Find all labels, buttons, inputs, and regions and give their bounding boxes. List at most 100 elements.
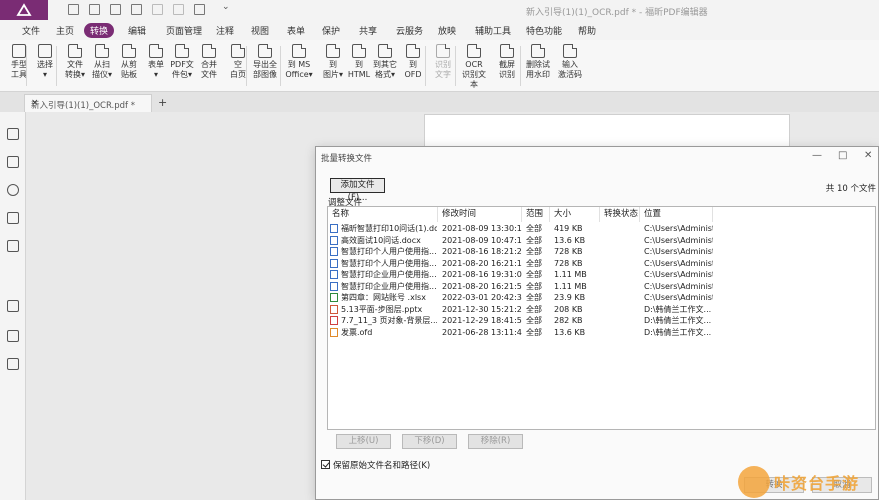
watermark-mascot-icon [738, 466, 770, 498]
keep-filename-option[interactable]: 保留原始文件名和路径(K) [321, 459, 430, 471]
menu-item-4[interactable]: 页面管理 [166, 24, 202, 37]
email-icon[interactable] [131, 4, 142, 15]
column-header-size[interactable]: 大小 [550, 207, 600, 222]
ribbon-button-0[interactable]: 手型 工具 [5, 42, 33, 80]
ribbon-button-11[interactable]: 到 图片▾ [319, 42, 347, 80]
menu-item-3[interactable]: 编辑 [128, 24, 146, 37]
comments-icon[interactable] [7, 184, 19, 196]
file-modified-cell: 2021-08-09 10:47:14 [442, 235, 522, 245]
close-icon[interactable]: ✕ [864, 150, 872, 161]
page-thumbnails-icon[interactable] [7, 156, 19, 168]
menu-item-0[interactable]: 文件 [22, 24, 40, 37]
ribbon-button-12[interactable]: 到 HTML [345, 42, 373, 80]
ribbon-button-9[interactable]: 导出全 部图像 [251, 42, 279, 80]
remove-watermark-icon [531, 44, 545, 58]
ribbon-button-17[interactable]: 截屏 识别 [493, 42, 521, 80]
table-row[interactable]: 7.7_11_3 页对象-背景层... 2021-12-29 18:41:55 全部… [328, 315, 875, 326]
file-size-cell: 23.9 KB [554, 293, 586, 302]
ribbon-button-13[interactable]: 到其它 格式▾ [371, 42, 399, 80]
ribbon-button-2[interactable]: 文件 转换▾ [61, 42, 89, 80]
menu-item-1[interactable]: 主页 [56, 24, 74, 37]
to-office-icon [292, 44, 306, 58]
ofd-icon[interactable] [7, 300, 19, 312]
undo-icon[interactable] [152, 4, 163, 15]
ribbon-button-3[interactable]: 从扫 描仪▾ [88, 42, 116, 80]
table-row[interactable]: 智慧打印企业用户使用指... 2021-08-16 19:31:08 全部 1.11 … [328, 269, 875, 280]
file-type-icon [330, 224, 338, 233]
table-row[interactable]: 高效面试10问话.docx 2021-08-09 10:47:14 全部 13.6 K… [328, 235, 875, 246]
file-name-cell: 第四章：网站账号 .xlsx [341, 293, 426, 302]
table-row[interactable]: 智慧打印个人用户使用指... 2021-08-20 16:21:13 全部 728 K… [328, 258, 875, 269]
document-tab[interactable]: 新入引导(1)(1)_OCR.pdf * × [24, 94, 152, 112]
menu-item-10[interactable]: 云服务 [396, 24, 423, 37]
close-tab-icon[interactable]: × [31, 98, 145, 108]
menu-item-5[interactable]: 注释 [216, 24, 234, 37]
ribbon-button-6[interactable]: PDF文 件包▾ [168, 42, 196, 80]
menu-item-14[interactable]: 帮助 [578, 24, 596, 37]
ocr-icon [467, 44, 481, 58]
table-row[interactable]: 智慧打印企业用户使用指... 2021-08-20 16:21:55 全部 1.11 … [328, 281, 875, 292]
menu-item-6[interactable]: 视图 [251, 24, 269, 37]
table-row[interactable]: 第四章：网站账号 .xlsx 2022-03-01 20:42:34 全部 23.9 … [328, 292, 875, 303]
file-range-cell: 全部 [526, 224, 542, 233]
menu-item-2[interactable]: 转换 [84, 23, 115, 38]
ribbon-button-15[interactable]: 识别 文字 [429, 42, 457, 80]
maximize-icon[interactable]: □ [838, 150, 847, 161]
table-row[interactable]: 5.13平面-步图层.pptx 2021-12-30 15:21:25 全部 208 … [328, 304, 875, 315]
file-name-cell: 福昕智慧打印10问话(1).doc [341, 224, 437, 233]
ribbon-button-4[interactable]: 从剪 贴板 [115, 42, 143, 80]
table-row[interactable]: 智慧打印个人用户使用指... 2021-08-16 18:21:25 全部 728 K… [328, 246, 875, 257]
remove-button[interactable]: 移除(R) [468, 434, 523, 449]
redo-icon[interactable] [173, 4, 184, 15]
new-tab-icon[interactable]: + [158, 96, 167, 109]
attachment-icon[interactable] [7, 240, 19, 252]
ribbon-button-10[interactable]: 到 MS Office▾ [285, 42, 313, 80]
bookmark-icon[interactable] [7, 128, 19, 140]
ribbon-button-5[interactable]: 表单 ▾ [142, 42, 170, 80]
column-header-modified[interactable]: 修改时间 [438, 207, 522, 222]
column-header-status[interactable]: 转换状态 [600, 207, 640, 222]
menu-item-9[interactable]: 共享 [359, 24, 377, 37]
title-bar: ⌄ 新入引导(1)(1)_OCR.pdf * - 福昕PDF编辑器 [0, 0, 879, 20]
app-logo[interactable] [0, 0, 48, 20]
hand-icon [12, 44, 26, 58]
hand-tool-icon[interactable] [194, 4, 205, 15]
left-nav-pane [0, 112, 26, 500]
add-files-button[interactable]: 添加文件(F)... [330, 178, 385, 203]
print-icon[interactable] [110, 4, 121, 15]
move-down-button[interactable]: 下移(D) [402, 434, 457, 449]
compare-icon[interactable] [7, 358, 19, 370]
open-icon[interactable] [68, 4, 79, 15]
menu-item-11[interactable]: 放映 [438, 24, 456, 37]
column-header-name[interactable]: 名称 [328, 207, 438, 222]
customize-quick-access-icon[interactable]: ⌄ [222, 2, 233, 13]
ribbon-button-18[interactable]: 删除试 用水印 [524, 42, 552, 80]
file-type-icon [330, 316, 338, 325]
recognize-text-icon [436, 44, 450, 58]
move-up-button[interactable]: 上移(U) [336, 434, 391, 449]
ribbon-button-8[interactable]: 空 白页 [224, 42, 252, 80]
ribbon-button-19[interactable]: 输入 激活码 [556, 42, 584, 80]
table-row[interactable]: 发票.ofd 2021-06-28 13:11:41 全部 13.6 KB D:\韩倩兰… [328, 327, 875, 338]
menu-item-7[interactable]: 表单 [287, 24, 305, 37]
file-type-icon [330, 235, 338, 245]
layers-icon[interactable] [7, 212, 19, 224]
ribbon-button-1[interactable]: 选择 ▾ [31, 42, 59, 80]
keep-filename-checkbox[interactable] [321, 460, 330, 469]
file-name-cell: 高效面试10问话.docx [341, 235, 421, 245]
menu-item-8[interactable]: 保护 [322, 24, 340, 37]
menu-item-12[interactable]: 辅助工具 [475, 24, 511, 37]
ribbon-separator [520, 46, 521, 86]
menu-item-13[interactable]: 特色功能 [526, 24, 562, 37]
column-header-range[interactable]: 范围 [522, 207, 550, 222]
minimize-icon[interactable]: — [812, 150, 822, 161]
ribbon-button-label: 选择 ▾ [37, 60, 53, 79]
column-header-location[interactable]: 位置 [640, 207, 713, 222]
file-list[interactable]: 名称 修改时间 范围 大小 转换状态 位置 福昕智慧打印10问话(1).doc 2… [327, 206, 876, 430]
ribbon-button-16[interactable]: OCR 识别文本 [460, 42, 488, 90]
signature-icon[interactable] [7, 330, 19, 342]
save-icon[interactable] [89, 4, 100, 15]
ribbon-button-7[interactable]: 合并 文件 [195, 42, 223, 80]
ribbon-button-14[interactable]: 到 OFD [399, 42, 427, 80]
table-row[interactable]: 福昕智慧打印10问话(1).doc 2021-08-09 13:30:11 全部 41… [328, 223, 875, 234]
